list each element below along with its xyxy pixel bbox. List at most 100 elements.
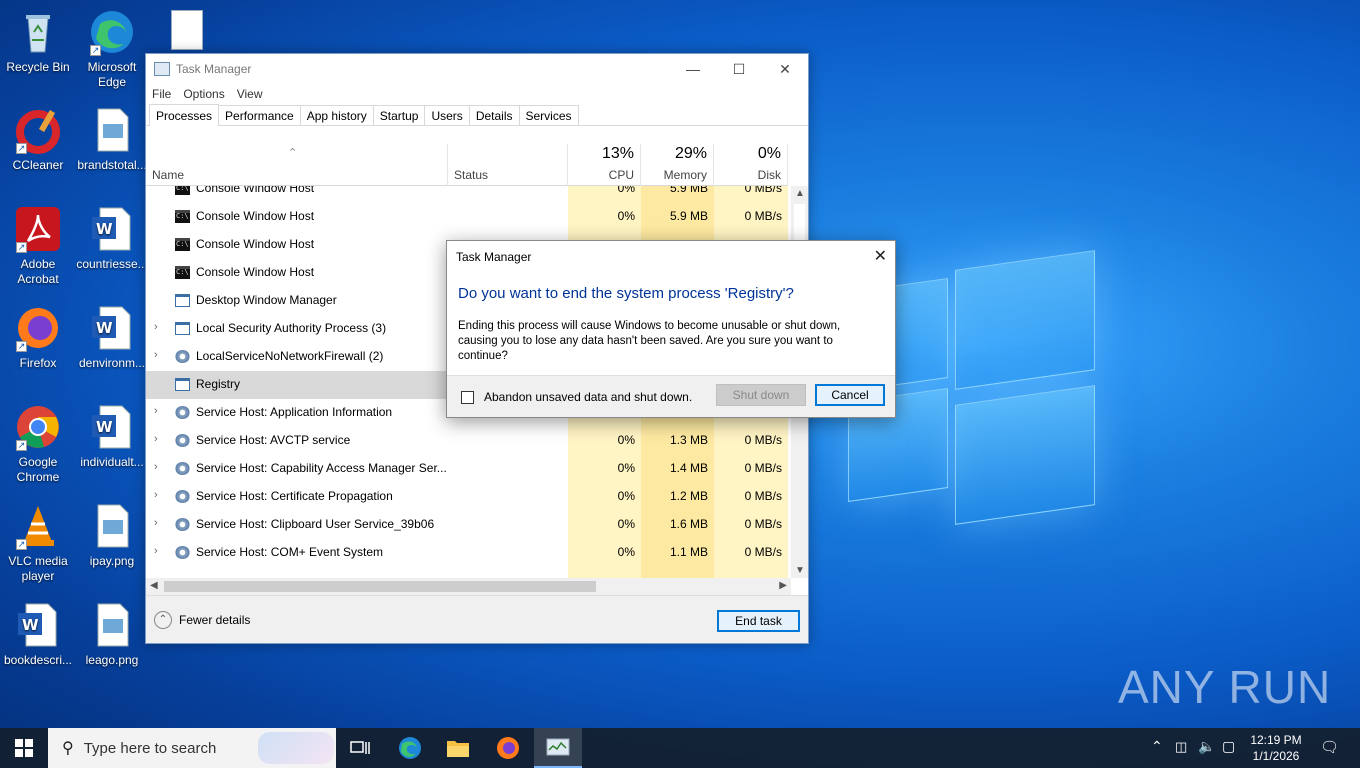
desktop-icon-denvironm[interactable]: W denvironm...	[74, 304, 150, 371]
taskbar-firefox[interactable]	[484, 728, 532, 768]
desktop-icon-brandstotal[interactable]: brandstotal...	[74, 106, 150, 173]
column-memory[interactable]: 29% Memory	[641, 144, 714, 186]
horizontal-scroll-thumb[interactable]	[164, 581, 596, 592]
network-icon[interactable]: ◫	[1175, 739, 1187, 755]
horizontal-scrollbar[interactable]: ◀ ▶	[146, 578, 791, 595]
desktop-icon-individualt[interactable]: W individualt...	[74, 403, 150, 470]
end-task-button[interactable]: End task	[717, 610, 800, 632]
process-mem-value: 5.9 MB	[669, 209, 708, 223]
process-row[interactable]: › Service Host: Clipboard User Service_39…	[146, 511, 788, 539]
end-process-dialog[interactable]: Task Manager ✕ Do you want to end the sy…	[446, 240, 896, 418]
desktop-icon-ccleaner[interactable]: ↗ CCleaner	[0, 106, 76, 173]
taskbar-file-explorer[interactable]	[434, 728, 482, 768]
process-cpu-value: 0%	[617, 489, 635, 503]
desktop-icon-countriesse[interactable]: W countriesse...	[74, 205, 150, 272]
dialog-heading: Do you want to end the system process 'R…	[458, 285, 794, 302]
tab-startup[interactable]: Startup	[372, 105, 426, 125]
desktop-icon-label: bookdescri...	[3, 653, 73, 667]
minimize-button[interactable]: —	[670, 54, 716, 84]
expand-chevron-icon[interactable]: ›	[154, 461, 158, 473]
display-icon[interactable]: ▢	[1222, 738, 1235, 755]
desktop-icon-chrome[interactable]: ↗ Google Chrome	[0, 403, 76, 485]
desktop-icon-ipay[interactable]: ipay.png	[74, 502, 150, 569]
column-name[interactable]: ⌃ Name	[146, 144, 448, 186]
expand-chevron-icon[interactable]: ›	[154, 545, 158, 557]
svg-text:W: W	[96, 220, 113, 238]
console-icon	[175, 266, 190, 279]
tab-users[interactable]: Users	[424, 105, 470, 125]
scroll-left-icon[interactable]: ◀	[150, 580, 158, 591]
process-row[interactable]: › Service Host: Certificate Propagation 0%…	[146, 483, 788, 511]
tab-performance[interactable]: Performance	[218, 105, 301, 125]
tab-details[interactable]: Details	[468, 105, 520, 125]
scroll-right-icon[interactable]: ▶	[779, 580, 787, 591]
desktop-icon-label: leago.png	[85, 653, 139, 667]
notification-icon[interactable]: 🗨	[1320, 738, 1339, 756]
process-row[interactable]: › Service Host: Capability Access Manager…	[146, 455, 788, 483]
expand-chevron-icon[interactable]: ›	[154, 405, 158, 417]
desktop-icon-vlc[interactable]: ↗ VLC media player	[0, 502, 76, 584]
process-row[interactable]: › Service Host: COM+ Event System 0% 1.1 MB…	[146, 539, 788, 567]
dialog-close-icon[interactable]: ✕	[874, 246, 887, 266]
menu-bar: File Options View	[146, 84, 808, 104]
menu-options[interactable]: Options	[183, 87, 224, 101]
scroll-down-icon[interactable]: ▼	[795, 565, 805, 576]
column-status[interactable]: Status	[448, 144, 568, 186]
fewer-details-button[interactable]: ⌃ Fewer details	[154, 611, 250, 629]
task-view-button[interactable]	[336, 728, 384, 768]
start-button[interactable]	[0, 728, 48, 768]
console-icon	[175, 186, 190, 195]
expand-chevron-icon[interactable]: ›	[154, 517, 158, 529]
process-name: Service Host: Clipboard User Service_39b…	[196, 517, 435, 531]
close-button[interactable]: ✕	[762, 54, 808, 84]
image-file-icon	[88, 106, 136, 154]
taskbar: ⚲ Type here to search ⌃ ◫ 🔈 ▢ 12:19 PM 1…	[0, 728, 1360, 768]
tab-processes[interactable]: Processes	[149, 104, 220, 126]
gear-icon	[175, 518, 190, 531]
expand-chevron-icon[interactable]: ›	[154, 433, 158, 445]
process-row[interactable]: › Service Host: AVCTP service 0% 1.3 MB 0 MB…	[146, 427, 788, 455]
cancel-button[interactable]: Cancel	[815, 384, 885, 406]
desktop-icon-label: Recycle Bin	[6, 60, 70, 74]
expand-chevron-icon[interactable]: ›	[154, 489, 158, 501]
chevron-up-tray-icon[interactable]: ⌃	[1151, 738, 1163, 755]
process-name: Desktop Window Manager	[196, 293, 337, 307]
scroll-up-icon[interactable]: ▲	[795, 188, 805, 199]
taskbar-task-manager[interactable]	[534, 728, 582, 768]
tab-services[interactable]: Services	[518, 105, 579, 125]
desktop-file-icon-top[interactable]	[171, 10, 203, 50]
expand-chevron-icon[interactable]: ›	[154, 349, 158, 361]
column-disk[interactable]: 0% Disk	[714, 144, 788, 186]
taskbar-search-box[interactable]: ⚲ Type here to search	[48, 728, 336, 768]
shut-down-button[interactable]: Shut down	[716, 384, 806, 406]
folder-icon	[447, 741, 469, 757]
column-cpu[interactable]: 13% CPU	[568, 144, 641, 186]
tab-app-history[interactable]: App history	[299, 105, 374, 125]
process-mem-value: 5.9 MB	[669, 186, 708, 195]
desktop-icon-edge[interactable]: ↗ Microsoft Edge	[74, 8, 150, 90]
abandon-data-checkbox[interactable]: Abandon unsaved data and shut down.	[461, 390, 692, 404]
menu-view[interactable]: View	[237, 87, 263, 101]
word-doc-icon: W	[14, 601, 62, 649]
maximize-button[interactable]: ☐	[716, 54, 762, 84]
expand-chevron-icon[interactable]: ›	[154, 321, 158, 333]
clock[interactable]: 12:19 PM 1/1/2026	[1246, 732, 1306, 764]
desktop-icon-recycle-bin[interactable]: Recycle Bin	[0, 8, 76, 75]
gear-icon	[175, 434, 190, 447]
menu-file[interactable]: File	[152, 87, 171, 101]
speaker-icon[interactable]: 🔈	[1198, 738, 1215, 755]
desktop-icon-label: denvironm...	[78, 356, 146, 370]
process-row[interactable]: Console Window Host 0% 5.9 MB 0 MB/s	[146, 203, 788, 231]
firefox-icon	[497, 737, 519, 759]
desktop-icon-firefox[interactable]: ↗ Firefox	[0, 304, 76, 371]
dialog-message: Ending this process will cause Windows t…	[458, 320, 841, 362]
column-header: ⌃ Name Status 13% CPU 29% Memory 0% Disk	[146, 144, 788, 186]
taskbar-edge[interactable]	[386, 728, 434, 768]
recycle-bin-icon	[14, 8, 62, 56]
desktop-icon-bookdescri[interactable]: W bookdescri...	[0, 601, 76, 668]
process-row[interactable]: Console Window Host 0% 5.9 MB 0 MB/s	[146, 186, 788, 203]
checkbox-box[interactable]	[461, 390, 474, 404]
process-cpu-value: 0%	[617, 461, 635, 475]
desktop-icon-leago[interactable]: leago.png	[74, 601, 150, 668]
desktop-icon-acrobat[interactable]: ↗ Adobe Acrobat	[0, 205, 76, 287]
